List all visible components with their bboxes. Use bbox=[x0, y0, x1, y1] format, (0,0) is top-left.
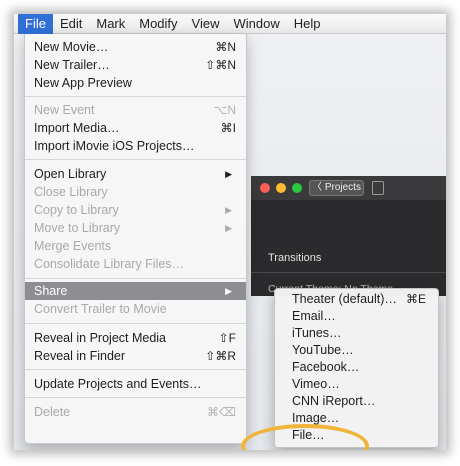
menu-bar: File Edit Mark Modify View Window Help bbox=[14, 14, 446, 34]
share-cnn-ireport-label: CNN iReport… bbox=[292, 394, 376, 408]
share-label: Share bbox=[34, 284, 68, 298]
share-itunes-label: iTunes… bbox=[292, 326, 342, 340]
reveal-in-finder-item[interactable]: Reveal in Finder ⇧⌘R bbox=[25, 347, 246, 365]
reveal-in-finder-label: Reveal in Finder bbox=[34, 349, 126, 363]
new-movie-item[interactable]: New Movie… ⌘N bbox=[25, 38, 246, 56]
transitions-label: Transitions bbox=[268, 252, 322, 264]
share-vimeo-label: Vimeo… bbox=[292, 377, 340, 391]
delete-shortcut: ⌘⌫ bbox=[207, 405, 236, 419]
projects-button[interactable]: 〈 Projects bbox=[309, 180, 364, 196]
menu-separator bbox=[25, 278, 246, 279]
new-app-preview-label: New App Preview bbox=[34, 76, 132, 90]
share-youtube-item[interactable]: YouTube… bbox=[275, 342, 438, 359]
menu-separator bbox=[25, 323, 246, 324]
consolidate-library-item: Consolidate Library Files… bbox=[25, 255, 246, 273]
convert-trailer-item: Convert Trailer to Movie bbox=[25, 300, 246, 318]
menu-separator bbox=[25, 159, 246, 160]
divider bbox=[251, 272, 446, 273]
new-event-item: New Event ⌥N bbox=[25, 101, 246, 119]
share-theater-shortcut: ⌘E bbox=[405, 292, 426, 306]
submenu-arrow-icon: ▶ bbox=[225, 286, 232, 296]
open-library-label: Open Library bbox=[34, 167, 107, 181]
menu-file[interactable]: File bbox=[18, 14, 53, 34]
delete-item: Delete ⌘⌫ bbox=[25, 403, 246, 421]
move-to-library-label: Move to Library bbox=[34, 221, 121, 235]
share-email-label: Email… bbox=[292, 309, 336, 323]
share-facebook-item[interactable]: Facebook… bbox=[275, 359, 438, 376]
close-library-item: Close Library bbox=[25, 183, 246, 201]
share-item[interactable]: Share ▶ bbox=[25, 282, 246, 300]
import-media-label: Import Media… bbox=[34, 121, 120, 135]
import-media-shortcut: ⌘I bbox=[220, 121, 236, 135]
minimize-window-button[interactable] bbox=[276, 183, 286, 193]
menu-window[interactable]: Window bbox=[227, 14, 287, 34]
delete-label: Delete bbox=[34, 405, 71, 419]
import-ios-projects-item[interactable]: Import iMovie iOS Projects… bbox=[25, 137, 246, 155]
new-event-shortcut: ⌥N bbox=[213, 103, 237, 117]
merge-events-item: Merge Events bbox=[25, 237, 246, 255]
menu-separator bbox=[25, 96, 246, 97]
new-event-label: New Event bbox=[34, 103, 95, 117]
share-youtube-label: YouTube… bbox=[292, 343, 354, 357]
reveal-in-finder-shortcut: ⇧⌘R bbox=[205, 349, 236, 363]
submenu-arrow-icon: ▶ bbox=[225, 205, 232, 215]
menu-mark[interactable]: Mark bbox=[89, 14, 132, 34]
imovie-window: 〈 Projects Transitions Current Theme: No… bbox=[251, 176, 446, 296]
new-trailer-shortcut: ⇧⌘N bbox=[205, 58, 236, 72]
share-theater-item[interactable]: Theater (default)… ⌘E bbox=[275, 291, 438, 308]
zoom-window-button[interactable] bbox=[292, 183, 302, 193]
new-movie-shortcut: ⌘N bbox=[215, 40, 236, 54]
move-to-library-item: Move to Library ▶ bbox=[25, 219, 246, 237]
share-theater-label: Theater (default)… bbox=[292, 292, 397, 306]
share-vimeo-item[interactable]: Vimeo… bbox=[275, 376, 438, 393]
menu-help[interactable]: Help bbox=[287, 14, 328, 34]
file-menu: New Movie… ⌘N New Trailer… ⇧⌘N New App P… bbox=[24, 34, 247, 444]
menu-view[interactable]: View bbox=[185, 14, 227, 34]
screenshot-frame: 〈 Projects Transitions Current Theme: No… bbox=[14, 14, 446, 450]
menu-modify[interactable]: Modify bbox=[132, 14, 184, 34]
copy-to-library-item: Copy to Library ▶ bbox=[25, 201, 246, 219]
close-library-label: Close Library bbox=[34, 185, 108, 199]
convert-trailer-label: Convert Trailer to Movie bbox=[34, 302, 167, 316]
reveal-project-media-item[interactable]: Reveal in Project Media ⇧F bbox=[25, 329, 246, 347]
update-projects-label: Update Projects and Events… bbox=[34, 377, 202, 391]
submenu-arrow-icon: ▶ bbox=[225, 169, 232, 179]
share-itunes-item[interactable]: iTunes… bbox=[275, 325, 438, 342]
new-app-preview-item[interactable]: New App Preview bbox=[25, 74, 246, 92]
menu-separator bbox=[25, 397, 246, 398]
share-email-item[interactable]: Email… bbox=[275, 308, 438, 325]
merge-events-label: Merge Events bbox=[34, 239, 112, 253]
menu-edit[interactable]: Edit bbox=[53, 14, 89, 34]
sidebar-toggle-icon[interactable] bbox=[372, 181, 384, 195]
import-media-item[interactable]: Import Media… ⌘I bbox=[25, 119, 246, 137]
open-library-item[interactable]: Open Library ▶ bbox=[25, 165, 246, 183]
share-cnn-ireport-item[interactable]: CNN iReport… bbox=[275, 393, 438, 410]
update-projects-item[interactable]: Update Projects and Events… bbox=[25, 375, 246, 393]
new-trailer-item[interactable]: New Trailer… ⇧⌘N bbox=[25, 56, 246, 74]
share-facebook-label: Facebook… bbox=[292, 360, 360, 374]
consolidate-library-label: Consolidate Library Files… bbox=[34, 257, 185, 271]
copy-to-library-label: Copy to Library bbox=[34, 203, 119, 217]
new-movie-label: New Movie… bbox=[34, 40, 109, 54]
menu-separator bbox=[25, 369, 246, 370]
new-trailer-label: New Trailer… bbox=[34, 58, 110, 72]
share-image-label: Image… bbox=[292, 411, 340, 425]
reveal-project-media-label: Reveal in Project Media bbox=[34, 331, 167, 345]
import-ios-projects-label: Import iMovie iOS Projects… bbox=[34, 139, 195, 153]
reveal-project-media-shortcut: ⇧F bbox=[218, 331, 236, 345]
imovie-titlebar: 〈 Projects bbox=[251, 176, 446, 200]
close-window-button[interactable] bbox=[260, 183, 270, 193]
submenu-arrow-icon: ▶ bbox=[225, 223, 232, 233]
